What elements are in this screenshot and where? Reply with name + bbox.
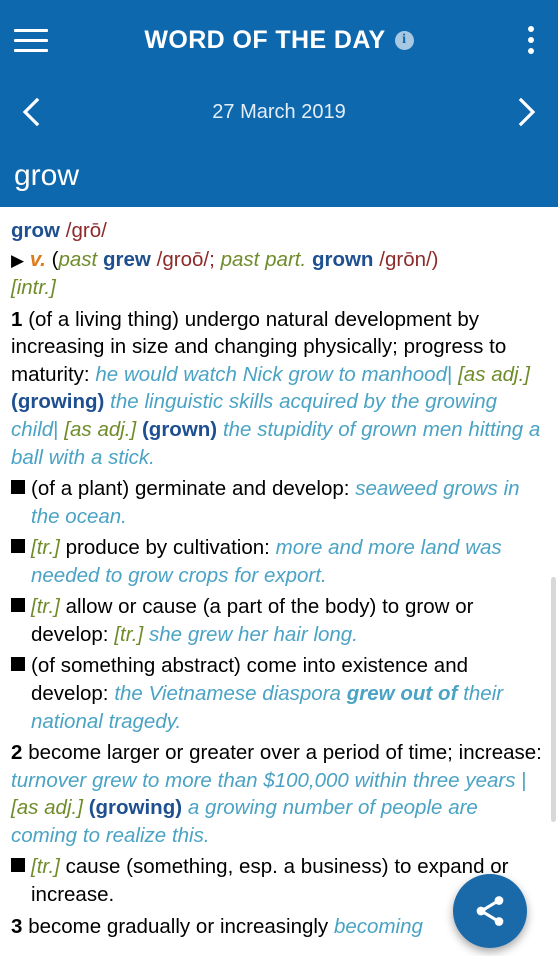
app-bar-title-group: WORD OF THE DAY i (0, 0, 558, 80)
square-bullet-icon (11, 480, 25, 495)
previous-day-button[interactable] (0, 96, 62, 128)
example-text-emphasis: grew out of (346, 682, 458, 705)
subsense-definition: cause (something, esp. a business) to ex… (31, 855, 509, 906)
grammar-label: [as adj.] (458, 362, 530, 386)
square-bullet-icon (11, 539, 25, 554)
sense-definition: become larger or greater over a period o… (28, 741, 542, 765)
grammar-label: [as adj.] (64, 417, 137, 441)
past-participle-form: grown (311, 247, 374, 271)
headword-bar-word: grow (14, 158, 80, 192)
overflow-dot (528, 48, 534, 54)
subsense-definition: (of a plant) germinate and develop: (31, 477, 350, 501)
inflected-form: (growing) (88, 796, 183, 820)
sense-example: becoming (333, 914, 423, 938)
grammar-label: [tr.] (31, 595, 60, 619)
example-separator: | (521, 768, 527, 792)
subsense-block: (of a plant) germinate and develop: seaw… (11, 475, 545, 530)
grammar-label: [tr.] (31, 855, 60, 879)
subsense-definition: produce by cultivation: (65, 536, 270, 560)
headword-bar: grow (0, 144, 558, 207)
subsense-example: she grew her hair long. (148, 622, 358, 646)
grammar-label: [tr.] (114, 622, 144, 646)
entry-pronunciation: /grō/ (65, 219, 107, 242)
app-bar: WORD OF THE DAY i 27 March 2019 grow (0, 0, 558, 207)
sense-block: 1 (of a living thing) undergo natural de… (11, 306, 545, 471)
hamburger-bar (14, 28, 48, 32)
sense-number: 3 (11, 914, 23, 938)
sense-number: 1 (11, 307, 23, 331)
past-participle-label: past part. (220, 247, 307, 271)
transitivity-label: [intr.] (11, 276, 56, 300)
overflow-dot (528, 37, 534, 43)
inflected-form: (growing) (11, 390, 105, 414)
example-text-pre: the Vietnamese diaspora (114, 682, 347, 705)
square-bullet-icon (11, 858, 25, 873)
date-navigation-bar: 27 March 2019 (0, 80, 558, 144)
entry-headword-line: grow /grō/ (11, 217, 545, 245)
vertical-scrollbar[interactable] (551, 577, 556, 822)
hamburger-bar (14, 38, 48, 42)
sense-example: he would watch Nick grow to manhood (95, 362, 447, 386)
example-separator: | (446, 362, 453, 386)
overflow-dot (528, 26, 534, 32)
sense-example: turnover grew to more than $100,000 with… (11, 768, 516, 792)
definition-scroll-area[interactable]: grow /grō/ ▶ v. (past grew /groō/; past … (0, 207, 558, 956)
square-bullet-icon (11, 657, 25, 672)
part-of-speech: v. (29, 247, 46, 271)
past-pronunciation: /groō/; (156, 247, 215, 271)
dictionary-entry: grow /grō/ ▶ v. (past grew /groō/; past … (11, 217, 545, 940)
expand-triangle-icon[interactable]: ▶ (11, 251, 24, 270)
share-button[interactable] (453, 874, 527, 948)
past-label: past (58, 247, 98, 271)
page-title: WORD OF THE DAY (144, 25, 386, 54)
sense-block: 2 become larger or greater over a period… (11, 739, 545, 849)
past-form: grew (103, 247, 151, 271)
next-day-button[interactable] (496, 96, 558, 128)
hamburger-menu-icon[interactable] (14, 28, 70, 52)
subsense-block: [tr.] produce by cultivation: more and m… (11, 534, 545, 589)
hamburger-bar (14, 48, 48, 52)
sense-definition: become gradually or increasingly (28, 914, 329, 938)
grammar-label: [tr.] (31, 536, 60, 560)
subsense-block: [tr.] allow or cause (a part of the body… (11, 593, 545, 648)
overflow-menu-icon[interactable] (524, 22, 538, 58)
entry-inflections-line: ▶ v. (past grew /groō/; past part. grown… (11, 246, 545, 274)
past-participle-pronunciation: /grōn/) (379, 247, 439, 271)
sense-number: 2 (11, 741, 23, 765)
current-date-label: 27 March 2019 (212, 100, 346, 123)
grammar-label: [as adj.] (11, 796, 83, 820)
entry-transitivity-line: [intr.] (11, 274, 545, 302)
app-bar-top-row: WORD OF THE DAY i (0, 0, 558, 80)
inflected-form: (grown) (141, 417, 218, 441)
info-icon[interactable]: i (394, 30, 414, 50)
example-separator: | (53, 417, 59, 441)
share-icon (476, 896, 504, 926)
subsense-block: (of something abstract) come into existe… (11, 652, 545, 735)
square-bullet-icon (11, 598, 25, 613)
entry-headword: grow (11, 219, 60, 242)
